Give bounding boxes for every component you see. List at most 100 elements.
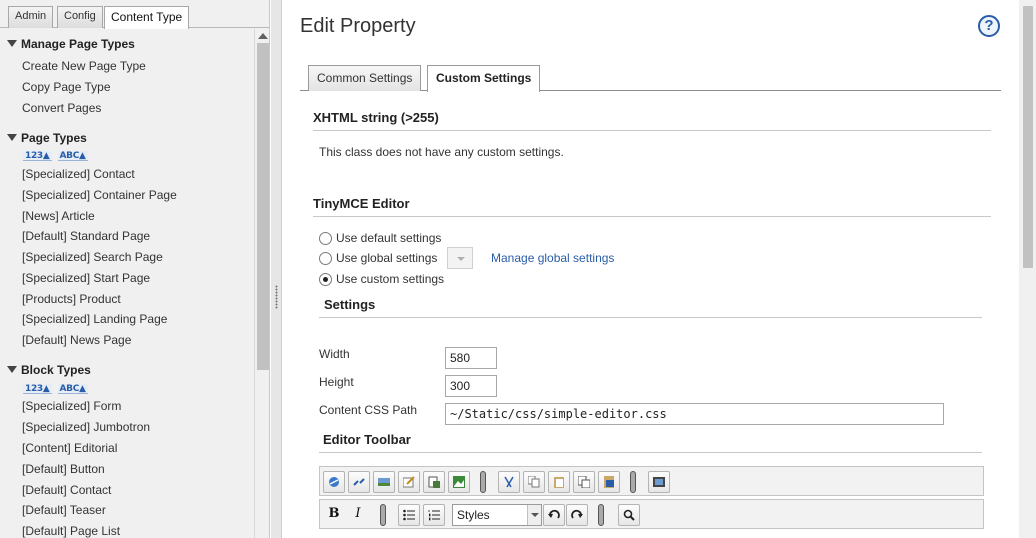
xhtml-heading: XHTML string (>255) <box>313 110 439 125</box>
block-type-item[interactable]: [Default] Page List <box>22 524 120 538</box>
editor-toolbar-heading: Editor Toolbar <box>323 432 411 447</box>
paste-icon[interactable] <box>548 471 570 493</box>
bold-button[interactable]: B <box>324 504 344 526</box>
page-type-item[interactable]: [Specialized] Container Page <box>22 188 177 202</box>
sort-numeric-button[interactable]: 123▲ <box>23 151 52 161</box>
section-manage-page-types[interactable]: Manage Page Types <box>7 37 135 51</box>
settings-heading: Settings <box>324 297 376 312</box>
sort-alpha-button[interactable]: ABC▲ <box>57 151 88 161</box>
nav-item-copy-page-type[interactable]: Copy Page Type <box>22 80 111 94</box>
radio-label-default-settings: Use default settings <box>336 231 442 245</box>
unlink-icon[interactable] <box>348 471 370 493</box>
height-input[interactable]: 300 <box>445 375 497 397</box>
chevron-down-icon[interactable] <box>527 505 541 525</box>
image-icon[interactable] <box>373 471 395 493</box>
search-icon[interactable] <box>618 504 640 526</box>
bullet-list-icon[interactable] <box>398 504 420 526</box>
divider <box>319 317 982 318</box>
page-type-item[interactable]: [Specialized] Contact <box>22 167 135 181</box>
link-icon[interactable] <box>323 471 345 493</box>
sort-alpha-button[interactable]: ABC▲ <box>57 384 88 394</box>
page-type-item[interactable]: [News] Article <box>22 209 95 223</box>
global-settings-dropdown[interactable] <box>447 247 473 269</box>
section-title: Manage Page Types <box>21 37 135 51</box>
nav-item-create-page-type[interactable]: Create New Page Type <box>22 59 146 73</box>
undo-icon[interactable] <box>543 504 565 526</box>
page-type-item[interactable]: [Products] Product <box>22 292 121 306</box>
collapse-triangle-icon[interactable] <box>7 366 17 373</box>
cut-icon[interactable] <box>498 471 520 493</box>
tab-custom-settings[interactable]: Custom Settings <box>427 65 541 92</box>
page-type-item[interactable]: [Specialized] Start Page <box>22 271 150 285</box>
height-label: Height <box>319 375 354 389</box>
media-icon[interactable] <box>648 471 670 493</box>
width-input[interactable]: 580 <box>445 347 497 369</box>
page-type-item[interactable]: [Specialized] Landing Page <box>22 312 167 326</box>
nav-item-convert-pages[interactable]: Convert Pages <box>22 101 101 115</box>
block-type-item[interactable]: [Specialized] Form <box>22 399 121 413</box>
paste-word-icon[interactable] <box>598 471 620 493</box>
page-type-item[interactable]: [Default] News Page <box>22 333 131 347</box>
styles-value: Styles <box>457 508 490 522</box>
block-type-item[interactable]: [Content] Editorial <box>22 441 117 455</box>
edit-icon[interactable] <box>398 471 420 493</box>
numbered-list-icon[interactable] <box>423 504 445 526</box>
italic-button[interactable]: I <box>348 504 368 526</box>
scroll-up-arrow-icon[interactable] <box>258 33 268 39</box>
collapse-triangle-icon[interactable] <box>7 134 17 141</box>
block-type-item[interactable]: [Default] Button <box>22 462 105 476</box>
tab-config[interactable]: Config <box>57 6 103 28</box>
paste-text-icon[interactable] <box>573 471 595 493</box>
tinymce-heading: TinyMCE Editor <box>313 196 410 211</box>
divider <box>313 216 991 217</box>
picture-icon[interactable] <box>448 471 470 493</box>
section-title: Block Types <box>21 363 91 377</box>
block-type-item[interactable]: [Default] Contact <box>22 483 111 497</box>
toolbar-separator <box>478 471 486 493</box>
scrollbar-thumb[interactable] <box>257 43 269 370</box>
help-icon[interactable]: ? <box>978 15 1000 37</box>
radio-label-global-settings: Use global settings <box>336 251 438 265</box>
toolbar-separator <box>378 504 386 526</box>
tab-content-type[interactable]: Content Type <box>104 6 190 29</box>
section-page-types[interactable]: Page Types <box>7 131 87 145</box>
right-scrollbar[interactable] <box>1019 0 1036 538</box>
content-css-label: Content CSS Path <box>319 403 418 417</box>
tab-common-settings[interactable]: Common Settings <box>308 65 422 91</box>
divider <box>313 130 991 131</box>
page-type-item[interactable]: [Default] Standard Page <box>22 229 150 243</box>
width-label: Width <box>319 347 350 361</box>
radio-label-custom-settings: Use custom settings <box>336 272 445 286</box>
radio-default-settings[interactable] <box>319 232 332 245</box>
main-content: Edit Property ? Common Settings Custom S… <box>283 0 1019 538</box>
sort-numeric-button[interactable]: 123▲ <box>23 384 52 394</box>
radio-custom-settings[interactable] <box>319 273 332 286</box>
splitter-grip-icon[interactable] <box>275 285 278 309</box>
redo-icon[interactable] <box>566 504 588 526</box>
block-type-item[interactable]: [Default] Teaser <box>22 503 106 517</box>
copy-icon[interactable] <box>523 471 545 493</box>
left-scrollbar[interactable] <box>254 29 269 538</box>
radio-global-settings[interactable] <box>319 252 332 265</box>
page-title: Edit Property <box>300 15 416 37</box>
scrollbar-thumb[interactable] <box>1023 6 1033 268</box>
pane-splitter[interactable] <box>271 0 282 538</box>
collapse-triangle-icon[interactable] <box>7 40 17 47</box>
section-title: Page Types <box>21 131 87 145</box>
block-type-item[interactable]: [Specialized] Jumbotron <box>22 420 150 434</box>
no-custom-settings-message: This class does not have any custom sett… <box>319 145 564 159</box>
settings-tab-bar: Common Settings Custom Settings <box>300 65 1001 92</box>
left-pane: Admin Config Content Type Manage Page Ty… <box>0 0 270 538</box>
left-tab-bar: Admin Config Content Type <box>0 0 269 29</box>
styles-dropdown[interactable]: Styles <box>452 504 542 526</box>
sort-controls: 123▲ ABC▲ <box>23 151 88 161</box>
tab-admin[interactable]: Admin <box>8 6 54 28</box>
toolbar-row-2: B I Styles <box>319 499 984 529</box>
section-block-types[interactable]: Block Types <box>7 363 91 377</box>
manage-global-settings-link[interactable]: Manage global settings <box>491 251 614 265</box>
content-css-input[interactable]: ~/Static/css/simple-editor.css <box>445 403 944 425</box>
page-type-item[interactable]: [Specialized] Search Page <box>22 250 163 264</box>
toolbar-row-1 <box>319 466 984 496</box>
navigation-tree: Manage Page Types Create New Page Type C… <box>0 29 254 538</box>
paste-document-icon[interactable] <box>423 471 445 493</box>
